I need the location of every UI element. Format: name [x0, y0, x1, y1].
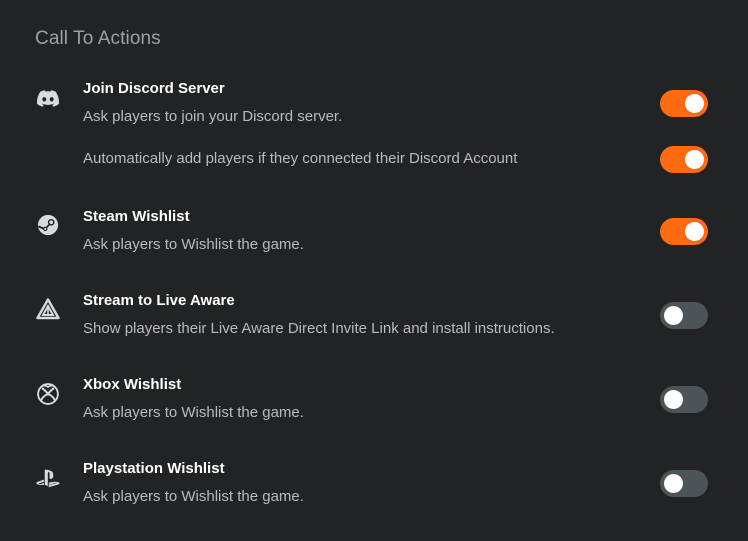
discord-icon	[36, 86, 60, 110]
discord-join-toggle[interactable]	[660, 90, 708, 117]
playstation-wishlist-toggle[interactable]	[660, 470, 708, 497]
cta-title: Xbox Wishlist	[83, 376, 182, 393]
cta-description: Ask players to Wishlist the game.	[83, 488, 304, 505]
playstation-icon	[36, 466, 60, 490]
cta-title: Stream to Live Aware	[83, 292, 235, 309]
xbox-icon	[36, 382, 60, 406]
toggle-knob	[685, 94, 704, 113]
cta-title: Join Discord Server	[83, 80, 225, 97]
toggle-knob	[664, 474, 683, 493]
toggle-knob	[664, 390, 683, 409]
steam-icon	[36, 213, 60, 237]
live-aware-icon	[36, 297, 60, 321]
cta-description: Ask players to join your Discord server.	[83, 108, 343, 125]
toggle-knob	[685, 150, 704, 169]
cta-sub-description: Automatically add players if they connec…	[83, 150, 518, 167]
xbox-wishlist-toggle[interactable]	[660, 386, 708, 413]
live-aware-toggle[interactable]	[660, 302, 708, 329]
cta-description: Show players their Live Aware Direct Inv…	[83, 320, 555, 337]
section-title: Call To Actions	[35, 28, 161, 49]
discord-auto-add-toggle[interactable]	[660, 146, 708, 173]
cta-description: Ask players to Wishlist the game.	[83, 236, 304, 253]
toggle-knob	[664, 306, 683, 325]
cta-description: Ask players to Wishlist the game.	[83, 404, 304, 421]
steam-wishlist-toggle[interactable]	[660, 218, 708, 245]
cta-title: Steam Wishlist	[83, 208, 190, 225]
toggle-knob	[685, 222, 704, 241]
cta-title: Playstation Wishlist	[83, 460, 225, 477]
